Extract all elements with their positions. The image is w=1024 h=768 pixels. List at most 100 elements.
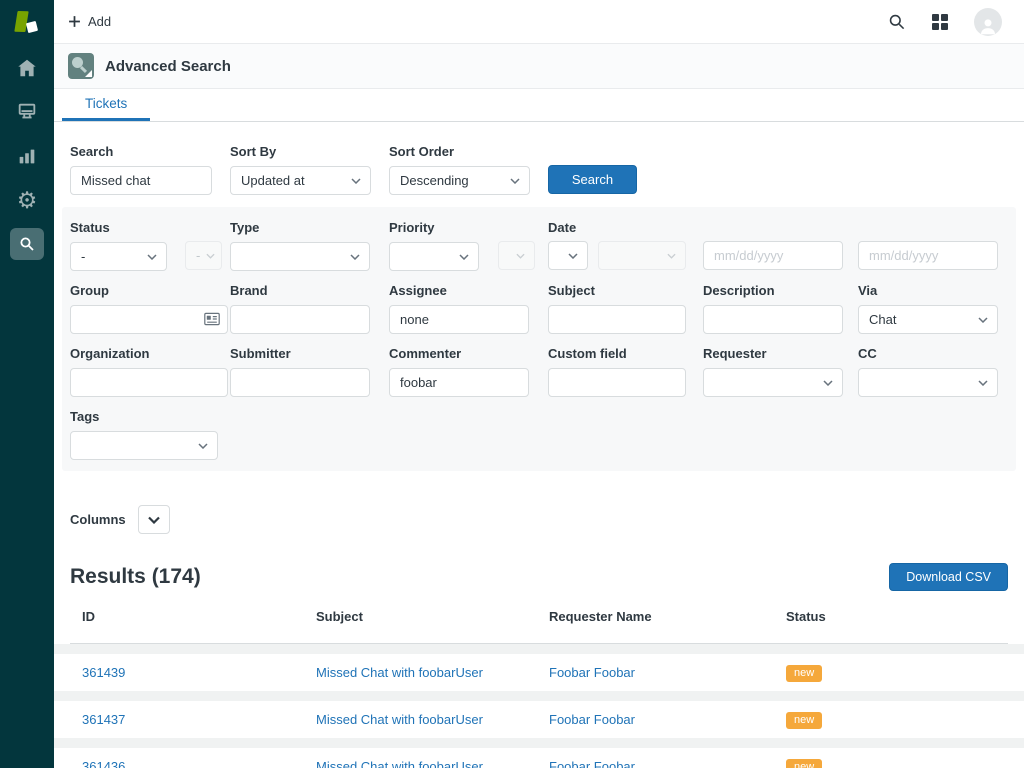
results-table-body: 361439 Missed Chat with foobarUser Fooba… [70,644,1008,768]
chevron-down-icon [198,443,208,449]
table-row: 361436 Missed Chat with foobarUser Fooba… [70,748,1008,768]
priority-operator-select [498,241,535,270]
ticket-subject-link[interactable]: Missed Chat with foobarUser [316,759,483,768]
table-row: 361439 Missed Chat with foobarUser Fooba… [70,654,1008,691]
sidebar-item-search[interactable] [0,222,54,266]
product-logo-icon[interactable] [12,8,42,38]
bar-chart-icon [16,145,38,167]
main-area: Add Advanced S [54,0,1024,768]
status-select[interactable]: - [70,242,167,271]
chevron-down-icon [978,380,988,386]
brand-input[interactable] [230,305,370,334]
sidebar-item-settings[interactable]: ⚙ [0,178,54,222]
sidebar-item-home[interactable] [0,46,54,90]
plus-icon [68,15,81,28]
download-csv-button[interactable]: Download CSV [889,563,1008,591]
app-switcher-button[interactable] [932,14,948,30]
column-header-id: ID [70,609,304,624]
ticket-id-link[interactable]: 361437 [82,712,125,727]
subject-input[interactable] [548,305,686,334]
topbar: Add [54,0,1024,44]
chevron-down-icon [459,254,469,260]
status-value: - [81,249,85,264]
status-badge: new [786,665,822,682]
app-icon-corner [85,70,92,77]
filter-row-organization: Organization Submitter Commenter Custom … [70,346,1008,409]
person-icon [977,15,999,36]
group-label: Group [70,283,228,298]
results-header: Results (174) Download CSV [70,563,1008,591]
search-input[interactable] [70,166,212,195]
organization-input[interactable] [70,368,228,397]
content: Search Sort By Updated at Sort Order Des… [54,122,1024,768]
ticket-requester-link[interactable]: Foobar Foobar [549,712,635,727]
description-input[interactable] [703,305,843,334]
page-header: Advanced Search [54,44,1024,89]
columns-label: Columns [70,512,126,527]
filters-panel: Status - - Type [62,207,1016,471]
chevron-down-icon [978,317,988,323]
custom-field-label: Custom field [548,346,686,361]
search-icon [18,235,36,253]
column-header-subject: Subject [304,609,537,624]
app-window: ⚙ Add [0,0,1024,768]
ticket-requester-link[interactable]: Foobar Foobar [549,759,635,768]
commenter-input[interactable] [389,368,529,397]
commenter-label: Commenter [389,346,529,361]
sort-by-select[interactable]: Updated at [230,166,371,195]
sort-order-select[interactable]: Descending [389,166,530,195]
magnifier-icon [887,12,906,31]
tabs-bar: Tickets [54,89,1024,122]
global-search-button[interactable] [887,12,906,31]
cc-select[interactable] [858,368,998,397]
row-separator [54,738,1024,748]
date-to-input[interactable] [858,241,998,270]
organization-label: Organization [70,346,228,361]
ticket-id-link[interactable]: 361439 [82,665,125,680]
status-label: Status [70,220,167,235]
search-submit-button[interactable]: Search [548,165,637,194]
date-type-select[interactable] [548,241,588,270]
gear-icon: ⚙ [17,189,38,212]
ticket-id-link[interactable]: 361436 [82,759,125,768]
brand-label: Brand [230,283,370,298]
chevron-down-icon [516,253,525,259]
status-operator-select: - [185,241,222,270]
date-from-input[interactable] [703,241,843,270]
advanced-search-app-icon [68,53,94,79]
ticket-subject-link[interactable]: Missed Chat with foobarUser [316,712,483,727]
priority-select[interactable] [389,242,479,271]
row-separator [54,644,1024,654]
group-lookup-icon[interactable] [204,312,220,326]
add-button-label: Add [88,14,111,29]
via-select[interactable]: Chat [858,305,998,334]
views-inbox-icon [16,101,38,123]
type-select[interactable] [230,242,370,271]
cc-label: CC [858,346,998,361]
page-title: Advanced Search [105,58,231,75]
tags-select[interactable] [70,431,218,460]
date-operator-select [598,241,686,270]
user-avatar[interactable] [974,8,1002,36]
add-button[interactable]: Add [68,14,111,29]
chevron-down-icon [350,254,360,260]
grid-icon [932,14,948,30]
status-badge: new [786,759,822,768]
submitter-input[interactable] [230,368,370,397]
subject-label: Subject [548,283,686,298]
sidebar-item-reports[interactable] [0,134,54,178]
search-form-row: Search Sort By Updated at Sort Order Des… [70,144,1008,195]
ticket-requester-link[interactable]: Foobar Foobar [549,665,635,680]
ticket-subject-link[interactable]: Missed Chat with foobarUser [316,665,483,680]
tab-tickets[interactable]: Tickets [62,89,150,121]
requester-select[interactable] [703,368,843,397]
chevron-down-icon [206,253,215,259]
chevron-down-icon [148,516,160,524]
chevron-down-icon [568,253,578,259]
submitter-label: Submitter [230,346,370,361]
chevron-down-icon [147,254,157,260]
columns-dropdown-button[interactable] [138,505,170,534]
assignee-input[interactable] [389,305,529,334]
custom-field-input[interactable] [548,368,686,397]
sidebar-item-views[interactable] [0,90,54,134]
